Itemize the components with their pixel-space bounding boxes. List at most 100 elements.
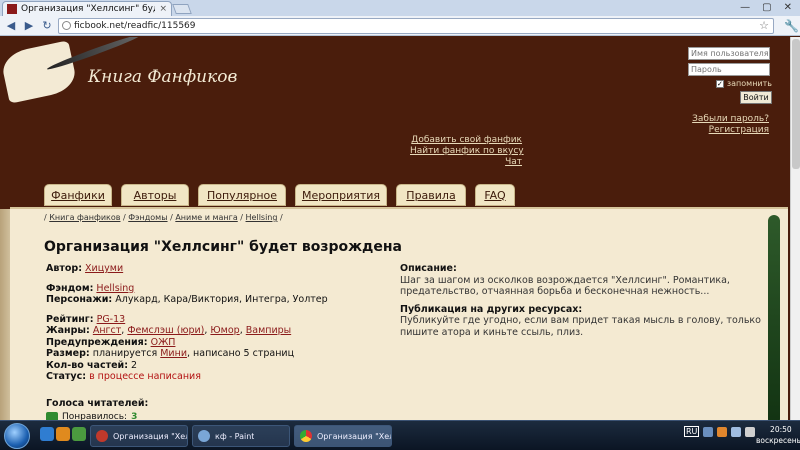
genres-label: Жанры: <box>46 325 90 336</box>
main-menu: Фанфики Авторы Популярное Мероприятия Пр… <box>44 184 515 206</box>
login-button[interactable]: Войти <box>740 91 772 104</box>
close-window-icon[interactable]: ✕ <box>784 2 792 13</box>
url-input[interactable] <box>74 20 757 31</box>
status-value: в процессе написания <box>89 371 201 382</box>
address-bar[interactable]: ☆ <box>58 17 774 34</box>
page-title: Организация "Хеллсинг" будет возрождена <box>44 239 402 255</box>
parts-value: 2 <box>131 359 138 371</box>
warnings-label: Предупреждения: <box>46 336 148 348</box>
breadcrumb-fandoms[interactable]: Фэндомы <box>128 213 167 222</box>
breadcrumb-home[interactable]: Книга фанфиков <box>49 213 120 222</box>
scrollbar-thumb[interactable] <box>792 39 800 169</box>
menu-fanfics[interactable]: Фанфики <box>44 184 112 206</box>
genre-link[interactable]: Юмор <box>210 325 239 336</box>
author-label: Автор: <box>46 263 82 274</box>
tray-network-icon[interactable] <box>731 426 742 437</box>
login-form: ✓ запомнить Войти <box>688 47 772 104</box>
menu-authors[interactable]: Авторы <box>121 184 189 206</box>
characters-label: Персонажи: <box>46 294 113 305</box>
fandom-link[interactable]: Hellsing <box>96 283 134 294</box>
menu-popular[interactable]: Популярное <box>198 184 286 206</box>
menu-faq[interactable]: FAQ <box>475 184 515 206</box>
window-controls: — ▢ ✕ <box>740 2 792 13</box>
taskbar-item-browser-1[interactable]: Организация "Хеллс... <box>90 425 188 447</box>
parts-label: Кол-во частей: <box>46 359 129 371</box>
rating-label: Рейтинг: <box>46 313 94 325</box>
breadcrumb-hellsing[interactable]: Hellsing <box>246 213 278 222</box>
menu-events[interactable]: Мероприятия <box>295 184 387 206</box>
maximize-icon[interactable]: ▢ <box>762 2 771 13</box>
author-link[interactable]: Хицуми <box>85 263 123 274</box>
fic-meta: Автор: Хицуми Фэндом: Hellsing Персонажи… <box>46 263 328 382</box>
clock-time: 20:50 <box>770 425 792 434</box>
genre-link[interactable]: Ангст <box>93 325 121 336</box>
remember-row: ✓ запомнить <box>688 79 772 88</box>
vertical-scrollbar[interactable] <box>790 37 800 420</box>
browser-toolbar: ◀ ▶ ↻ ☆ 🔧 <box>0 16 800 36</box>
clock-day: воскресенье <box>756 436 800 445</box>
find-fanfic-link[interactable]: Найти фанфик по вкусу <box>410 146 524 157</box>
remember-checkbox[interactable]: ✓ <box>715 79 724 88</box>
new-tab-button[interactable] <box>172 4 192 14</box>
clock[interactable]: 20:50 воскресенье <box>756 424 800 446</box>
taskbar-item-paint[interactable]: кф - Paint <box>192 425 290 447</box>
remember-label: запомнить <box>726 79 772 88</box>
site-logo[interactable]: Книга Фанфиков <box>0 37 237 111</box>
account-links: Забыли пароль? Регистрация <box>692 114 769 136</box>
site-favicon-icon <box>7 4 17 14</box>
chat-link[interactable]: Чат <box>410 157 522 168</box>
paint-icon <box>198 430 210 442</box>
warning-link[interactable]: ОЖП <box>151 337 176 348</box>
reload-icon[interactable]: ↻ <box>40 19 54 33</box>
scroll-paper-icon <box>0 40 79 104</box>
explorer-quicklaunch-icon[interactable] <box>40 427 54 441</box>
chrome-icon <box>300 430 312 442</box>
tab-strip: Организация "Хеллсинг" буд × — ▢ ✕ <box>0 0 800 16</box>
publication-text: Публикуйте где угодно, если вам придет т… <box>400 315 761 338</box>
opera-icon <box>96 430 108 442</box>
bookmark-star-icon[interactable]: ☆ <box>759 19 769 32</box>
add-fanfic-link[interactable]: Добавить свой фанфик <box>410 135 522 146</box>
tray-flag-icon[interactable] <box>717 426 728 437</box>
thumbs-up-icon <box>46 412 58 420</box>
username-input[interactable] <box>688 47 770 60</box>
forward-icon[interactable]: ▶ <box>22 19 36 33</box>
logo-text: Книга Фанфиков <box>88 67 238 87</box>
taskbar-item-label: Организация "Хеллс... <box>113 431 187 441</box>
page-viewport: Книга Фанфиков ✓ запомнить Войти Забыли … <box>0 37 790 420</box>
description-text: Шаг за шагом из осколков возрождается "Х… <box>400 274 730 298</box>
votes-label: Голоса читателей: <box>46 398 149 409</box>
tray-volume-icon[interactable] <box>745 426 756 437</box>
taskbar-item-label: Организация "Хеллс... <box>317 431 391 441</box>
size-link[interactable]: Мини <box>160 348 187 359</box>
size-pre: планируется <box>92 348 158 359</box>
media-quicklaunch-icon[interactable] <box>56 427 70 441</box>
menu-rules[interactable]: Правила <box>396 184 466 206</box>
chrome-quicklaunch-icon[interactable] <box>72 427 86 441</box>
fandom-label: Фэндом: <box>46 282 94 294</box>
liked-row: Понравилось: 3 <box>46 412 137 420</box>
password-input[interactable] <box>688 63 770 76</box>
register-link[interactable]: Регистрация <box>692 125 769 136</box>
wrench-menu-icon[interactable]: 🔧 <box>784 19 799 33</box>
size-post: , написано 5 страниц <box>187 348 295 359</box>
back-icon[interactable]: ◀ <box>4 19 18 33</box>
genre-link[interactable]: Вампиры <box>246 325 291 336</box>
liked-count: 3 <box>131 412 138 420</box>
tray-app-icon[interactable] <box>703 426 714 437</box>
minimize-icon[interactable]: — <box>740 2 750 13</box>
page-icon <box>62 21 71 30</box>
taskbar-item-browser-2[interactable]: Организация "Хеллс... <box>294 425 392 447</box>
start-button[interactable] <box>4 423 30 449</box>
fic-description: Описание: Шаг за шагом из осколков возро… <box>400 263 770 338</box>
rating-link[interactable]: PG-13 <box>97 314 126 325</box>
breadcrumb: / Книга фанфиков / Фэндомы / Аниме и ман… <box>44 213 283 222</box>
breadcrumb-anime[interactable]: Аниме и манга <box>175 213 237 222</box>
forgot-password-link[interactable]: Забыли пароль? <box>692 114 769 125</box>
tab-title: Организация "Хеллсинг" буд <box>21 4 156 14</box>
browser-tab[interactable]: Организация "Хеллсинг" буд × <box>2 1 172 16</box>
language-indicator[interactable]: RU <box>684 426 700 437</box>
system-tray: RU <box>684 426 756 437</box>
genre-link[interactable]: Фемслэш (юри) <box>127 325 204 336</box>
tab-close-icon[interactable]: × <box>159 4 167 14</box>
